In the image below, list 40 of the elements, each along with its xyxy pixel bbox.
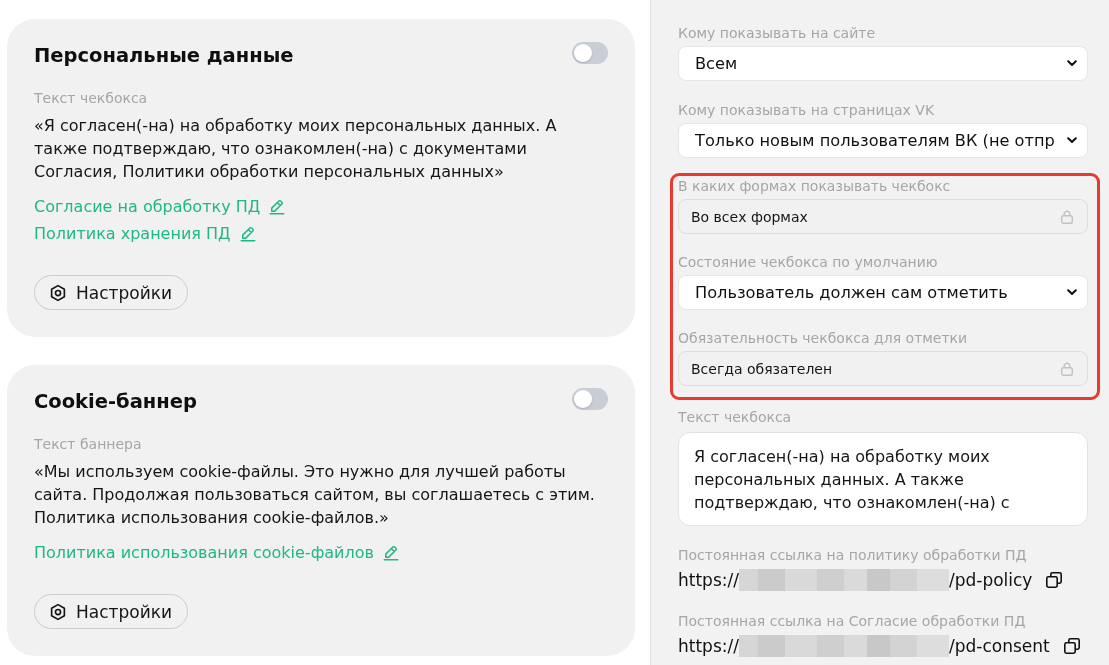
settings-icon: [49, 283, 67, 302]
settings-button[interactable]: Настройки: [34, 594, 188, 629]
field-label: Состояние чекбокса по умолчанию: [678, 253, 939, 272]
pencil-icon[interactable]: [381, 543, 400, 562]
field-label: Кому показывать на страницах VK: [678, 101, 936, 120]
pencil-icon[interactable]: [268, 197, 287, 216]
url-text: /pd-consent: [948, 635, 1050, 658]
pencil-icon[interactable]: [238, 224, 257, 243]
settings-button[interactable]: Настройки: [34, 275, 188, 310]
field-label: Постоянная ссылка на Согласие обработки ПД: [678, 612, 1027, 631]
field-label: Текст чекбокса: [34, 89, 148, 108]
copy-icon[interactable]: [1063, 638, 1080, 654]
copy-icon[interactable]: [1046, 572, 1063, 588]
dropdown[interactable]: Всем: [678, 46, 1088, 81]
toggle-switch[interactable]: [572, 388, 608, 410]
url-text: /pd-policy: [948, 569, 1033, 592]
lock-icon: [1061, 209, 1073, 224]
chevron-down-icon: [1067, 289, 1077, 296]
readonly-field: Всегда обязателен: [678, 351, 1088, 386]
field-label: Текст баннера: [34, 435, 142, 454]
toggle-switch[interactable]: [572, 42, 608, 64]
text-area[interactable]: Я согласен(-на) на обработку моих персональных данных. А также подтверждаю, что ознакомлен(-на) с: [678, 432, 1088, 526]
lock-icon: [1061, 361, 1073, 376]
chevron-down-icon: [1067, 137, 1077, 144]
field-label: Кому показывать на сайте: [678, 24, 877, 43]
field-label: Постоянная ссылка на политику обработки ПД: [678, 546, 1028, 565]
field-label: Текст чекбокса: [678, 408, 793, 427]
card-title: Персональные данные: [34, 43, 294, 69]
url-text: https://: [678, 569, 739, 592]
description-text: «Мы используем cookie-файлы. Это нужно для лучшей работы сайта. Продолжая пользоваться сайтом, вы соглашаетесь с этим. Политика использования cookie-файлов.»: [34, 461, 596, 529]
settings-icon: [49, 602, 67, 621]
description-text: «Я согласен(-на) на обработку моих персональных данных. А также подтверждаю, что ознакомлен(-на) с документами Согласия, Политики обработки персональных данных»: [34, 115, 558, 183]
dropdown[interactable]: Только новым пользователям ВК (не отпр: [678, 123, 1088, 158]
field-label: Обязательность чекбокса для отметки: [678, 329, 969, 348]
field-label: В каких формах показывать чекбокс: [678, 177, 952, 196]
url-text: https://: [678, 635, 739, 658]
chevron-down-icon: [1067, 60, 1077, 67]
card-title: Cookie-баннер: [34, 389, 197, 415]
dropdown[interactable]: Пользователь должен сам отметить: [678, 275, 1088, 310]
readonly-field: Во всех формах: [678, 199, 1088, 234]
